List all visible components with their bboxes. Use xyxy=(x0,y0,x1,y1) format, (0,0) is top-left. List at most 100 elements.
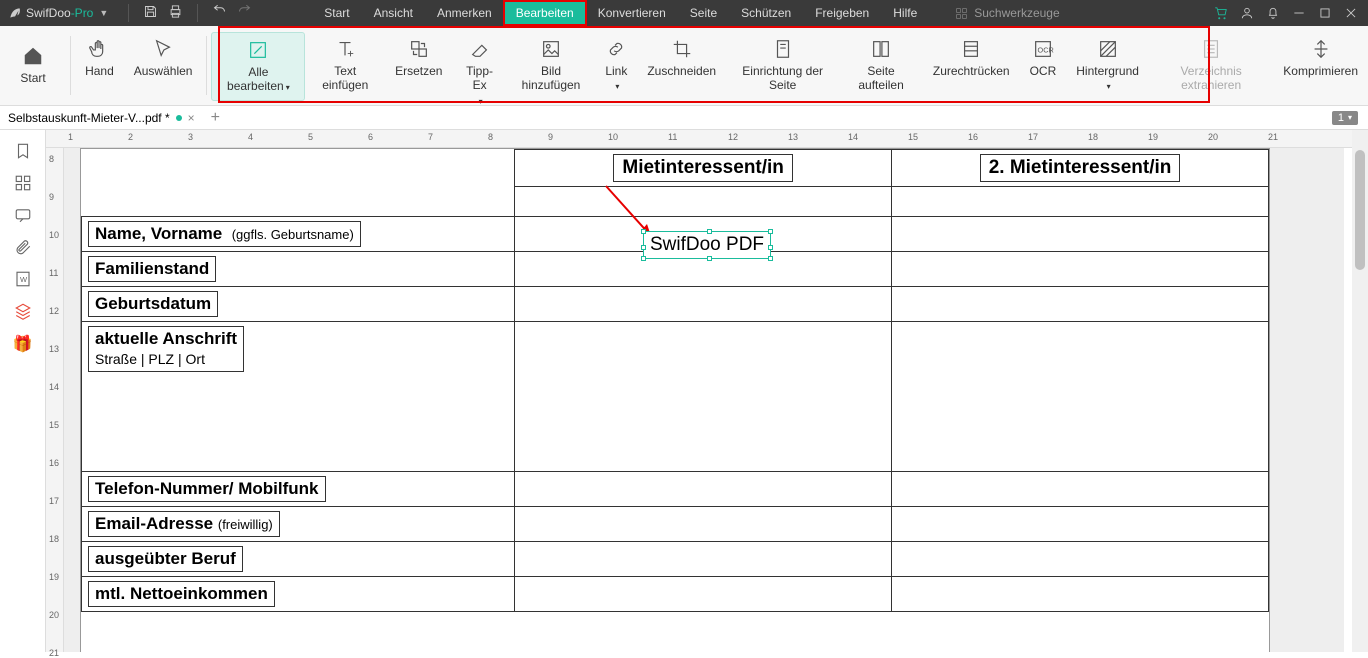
comment-icon[interactable] xyxy=(14,206,32,224)
ribbon-crop[interactable]: Zuschneiden xyxy=(637,32,726,84)
thumbnails-icon[interactable] xyxy=(14,174,32,192)
svg-text:W: W xyxy=(20,275,28,284)
ribbon-text-insert[interactable]: Text einfügen xyxy=(305,32,385,99)
edit-all-icon xyxy=(247,39,269,61)
ribbon-redact-label: Zurechtrücken xyxy=(933,64,1010,78)
ribbon-hand[interactable]: Hand xyxy=(75,32,124,84)
eraser-icon xyxy=(469,38,491,60)
bell-icon[interactable] xyxy=(1266,6,1280,20)
ribbon-redact[interactable]: Zurechtrücken xyxy=(923,32,1020,84)
resize-handle[interactable] xyxy=(768,245,773,250)
save-icon[interactable] xyxy=(143,4,158,19)
home-icon xyxy=(22,45,44,67)
resize-handle[interactable] xyxy=(641,229,646,234)
app-dropdown-icon[interactable]: ▼ xyxy=(97,8,110,18)
ribbon-ocr[interactable]: OCR OCR xyxy=(1020,32,1067,84)
hand-icon xyxy=(88,38,110,60)
new-tab-button[interactable]: + xyxy=(211,109,220,127)
field-income: mtl. Nettoeinkommen xyxy=(88,581,275,607)
ribbon-crop-label: Zuschneiden xyxy=(647,64,716,78)
link-icon xyxy=(605,38,627,60)
ribbon-image[interactable]: Bild hinzufügen xyxy=(507,32,596,99)
resize-handle[interactable] xyxy=(707,256,712,261)
text-icon xyxy=(334,38,356,60)
ribbon-toc-label: Verzeichnis extrahieren xyxy=(1159,64,1263,93)
field-name: Name, Vorname xyxy=(95,224,222,243)
text-edit-box[interactable]: SwifDoo PDF xyxy=(643,231,771,259)
quick-access-toolbar xyxy=(124,4,252,22)
file-tab[interactable]: Selbstauskunft-Mieter-V...pdf * × xyxy=(0,107,203,129)
resize-handle[interactable] xyxy=(641,256,646,261)
close-icon[interactable] xyxy=(1344,6,1358,20)
svg-text:OCR: OCR xyxy=(1037,46,1053,55)
user-icon[interactable] xyxy=(1240,6,1254,20)
maximize-icon[interactable] xyxy=(1318,6,1332,20)
ribbon-split[interactable]: Seite aufteilen xyxy=(839,32,923,99)
field-address-sub: Straße | PLZ | Ort xyxy=(95,351,205,367)
bookmark-icon[interactable] xyxy=(14,142,32,160)
ribbon-replace[interactable]: Ersetzen xyxy=(385,32,452,84)
word-icon[interactable]: W xyxy=(14,270,32,288)
split-icon xyxy=(870,38,892,60)
ribbon-select[interactable]: Auswählen xyxy=(124,32,203,84)
redo-icon[interactable] xyxy=(237,4,252,19)
ribbon-link[interactable]: Link▾ xyxy=(595,32,637,99)
menu-konvertieren[interactable]: Konvertieren xyxy=(586,1,678,25)
chevron-down-icon: ▾ xyxy=(1348,113,1352,122)
tab-close-icon[interactable]: × xyxy=(188,111,195,125)
title-bar: SwifDoo-Pro ▼ Start Ansicht Anmerken Bea… xyxy=(0,0,1368,26)
resize-handle[interactable] xyxy=(768,229,773,234)
ribbon-split-label: Seite aufteilen xyxy=(849,64,913,93)
left-sidebar: W 🎁 xyxy=(0,130,46,652)
layers-icon[interactable] xyxy=(14,302,32,320)
app-name: SwifDoo-Pro xyxy=(26,6,93,20)
menu-anmerken[interactable]: Anmerken xyxy=(425,1,504,25)
toc-icon xyxy=(1200,38,1222,60)
align-icon xyxy=(960,38,982,60)
scroll-thumb[interactable] xyxy=(1355,150,1365,270)
titlebar-right-controls xyxy=(1214,6,1368,20)
gift-icon[interactable]: 🎁 xyxy=(13,334,33,354)
app-logo: SwifDoo-Pro ▼ xyxy=(0,6,118,20)
ribbon-replace-label: Ersetzen xyxy=(395,64,442,78)
field-job: ausgeübter Beruf xyxy=(88,546,243,572)
minimize-icon[interactable] xyxy=(1292,6,1306,20)
menu-schuetzen[interactable]: Schützen xyxy=(729,1,803,25)
replace-icon xyxy=(408,38,430,60)
pdf-page[interactable]: Mietinteressent/in 2. Mietinteressent/in… xyxy=(80,148,1270,652)
page-indicator[interactable]: 1 ▾ xyxy=(1332,111,1358,125)
ribbon-hand-label: Hand xyxy=(85,64,114,78)
horizontal-ruler: 123456789101112131415161718192021 xyxy=(46,130,1368,148)
ribbon-start-label: Start xyxy=(20,71,45,85)
print-icon[interactable] xyxy=(168,4,183,19)
cart-icon[interactable] xyxy=(1214,6,1228,20)
vertical-ruler: 89101112131415161718192021 xyxy=(46,148,64,652)
grid-icon xyxy=(955,7,968,20)
undo-icon[interactable] xyxy=(212,4,227,19)
ribbon-compress[interactable]: Komprimieren xyxy=(1273,32,1368,84)
vertical-scrollbar[interactable] xyxy=(1352,130,1368,652)
search-tools[interactable]: Suchwerkzeuge xyxy=(949,3,1065,23)
field-dob: Geburtsdatum xyxy=(88,291,218,317)
resize-handle[interactable] xyxy=(707,229,712,234)
menu-seite[interactable]: Seite xyxy=(678,1,729,25)
ribbon-page-setup[interactable]: Einrichtung der Seite xyxy=(726,32,839,99)
resize-handle[interactable] xyxy=(768,256,773,261)
menu-bearbeiten[interactable]: Bearbeiten xyxy=(504,1,586,25)
menu-freigeben[interactable]: Freigeben xyxy=(803,1,881,25)
menu-ansicht[interactable]: Ansicht xyxy=(362,1,425,25)
field-email: Email-Adresse xyxy=(95,514,213,533)
resize-handle[interactable] xyxy=(641,245,646,250)
menu-hilfe[interactable]: Hilfe xyxy=(881,1,929,25)
form-table: Mietinteressent/in 2. Mietinteressent/in… xyxy=(81,149,1269,612)
attachment-icon[interactable] xyxy=(14,238,32,256)
ribbon-tippex[interactable]: Tipp-Ex▾ xyxy=(452,32,506,113)
main-menu: Start Ansicht Anmerken Bearbeiten Konver… xyxy=(312,1,929,25)
ribbon-background[interactable]: Hintergrund▾ xyxy=(1066,32,1149,99)
ribbon-text-label: Text einfügen xyxy=(315,64,375,93)
ribbon-edit-all[interactable]: Alle bearbeiten▾ xyxy=(211,32,305,101)
menu-start[interactable]: Start xyxy=(312,1,361,25)
ribbon-start[interactable]: Start xyxy=(0,26,66,105)
background-icon xyxy=(1097,38,1119,60)
compress-icon xyxy=(1310,38,1332,60)
